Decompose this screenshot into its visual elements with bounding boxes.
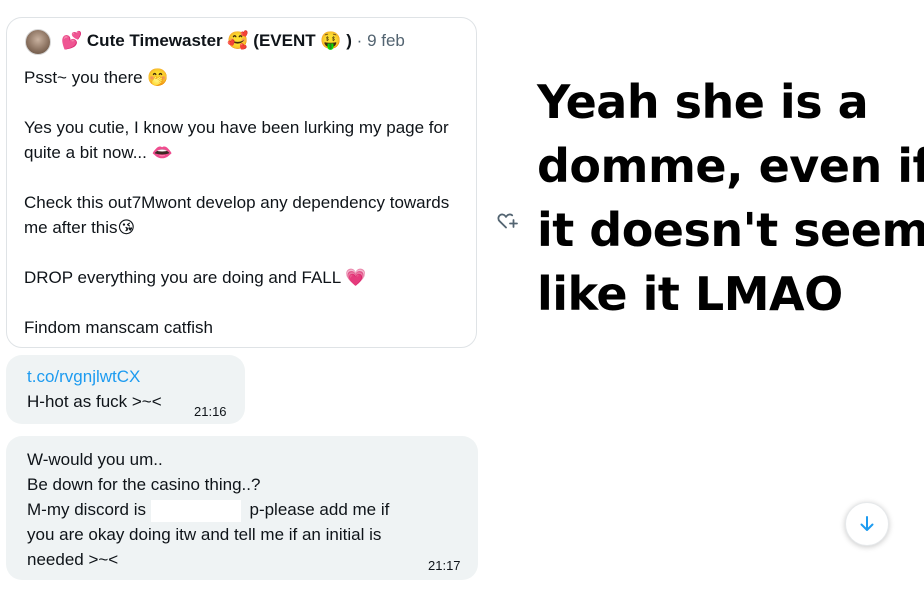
tweet-date[interactable]: 9 feb	[367, 31, 405, 50]
separator-dot: ·	[356, 31, 363, 50]
tweet-paragraph: Check this out7Mwont develop any depende…	[24, 193, 450, 237]
message-timestamp: 21:16	[194, 404, 227, 419]
quoted-tweet-card[interactable]: 💕 Cute Timewaster 🥰 (EVENT 🤑 ) · 9 feb P…	[6, 17, 477, 348]
message-line: Be down for the casino thing..?	[27, 475, 261, 494]
meme-line: it doesn't seem	[537, 203, 924, 257]
meme-line: domme, even if	[537, 139, 924, 193]
meme-caption: Yeah she is a domme, even if it doesn't …	[537, 70, 924, 326]
message-line: you are okay doing itw and tell me if an…	[27, 525, 382, 544]
message-line: W-would you um..	[27, 450, 163, 469]
author-line: 💕 Cute Timewaster 🥰 (EVENT 🤑 ) · 9 feb	[61, 31, 405, 51]
smiling-hearts-emoji: 🥰	[227, 31, 249, 50]
add-reaction-icon[interactable]	[497, 212, 519, 230]
message-bubble[interactable]: W-would you um.. Be down for the casino …	[6, 436, 478, 580]
message-line: needed >~<	[27, 550, 119, 569]
tweet-paragraph: Yes you cutie, I know you have been lurk…	[24, 118, 449, 162]
message-timestamp: 21:17	[428, 558, 461, 573]
tweet-paragraph: DROP everything you are doing and FALL 💗	[24, 268, 367, 287]
arrow-down-icon	[860, 516, 874, 531]
author-tag: (EVENT	[253, 31, 316, 50]
message-line-text: M-my discord is	[27, 500, 147, 519]
message-text: H-hot as fuck >~<	[27, 392, 162, 411]
tweet-paragraph: Psst~ you there 🤭	[24, 68, 169, 87]
meme-line: Yeah she is a	[537, 75, 869, 129]
redacted-block	[150, 499, 241, 522]
message-line: M-my discord is p-please add me if	[27, 497, 478, 522]
author-avatar[interactable]	[25, 29, 51, 55]
author-tag-close: )	[346, 31, 352, 50]
meme-line: like it LMAO	[537, 267, 843, 321]
message-bubble[interactable]: t.co/rvgnjlwtCX H-hot as fuck >~< 21:16	[6, 355, 245, 424]
author-name[interactable]: Cute Timewaster	[87, 31, 223, 50]
money-mouth-emoji: 🤑	[320, 31, 342, 50]
tweet-body: Psst~ you there 🤭 Yes you cutie, I know …	[24, 65, 464, 340]
message-link[interactable]: t.co/rvgnjlwtCX	[27, 364, 245, 389]
heart-emoji: 💕	[61, 31, 83, 50]
tweet-paragraph: Findom manscam catfish	[24, 318, 213, 337]
message-line-text: p-please add me if	[249, 500, 390, 519]
scroll-to-bottom-button[interactable]	[845, 502, 889, 546]
